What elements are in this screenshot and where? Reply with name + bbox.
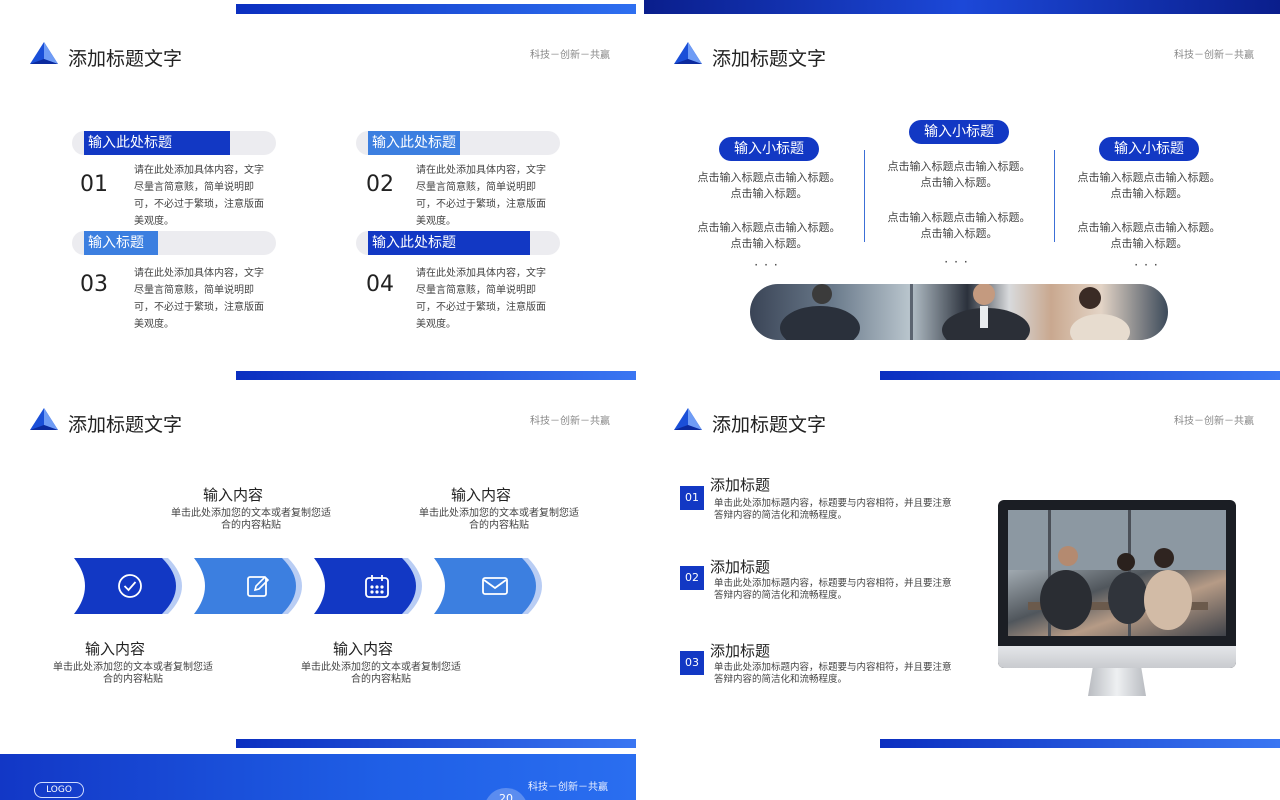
bottom-accent-bar bbox=[236, 739, 636, 748]
heading-3: 输入标题 bbox=[84, 231, 158, 255]
item-number-4: 04 bbox=[366, 272, 394, 297]
heading-pill-2: 输入此处标题 bbox=[356, 131, 560, 155]
item-number-3: 03 bbox=[80, 272, 108, 297]
slide-4[interactable]: 添加标题文字 科技－创新－共赢 01 添加标题 单击此处添加标题内容，标题要与内… bbox=[644, 388, 1280, 748]
triangle-logo-icon bbox=[674, 408, 702, 430]
item-number-box-2: 02 bbox=[680, 566, 704, 590]
slide-title: 添加标题文字 bbox=[68, 414, 183, 436]
column-3-text-2: 点击输入标题点击输入标题。点击输入标题。 bbox=[1077, 221, 1221, 250]
tagline: 科技－创新－共赢 bbox=[1174, 50, 1254, 61]
column-2-text-2: 点击输入标题点击输入标题。点击输入标题。 bbox=[887, 211, 1031, 240]
divider-2 bbox=[1054, 150, 1055, 242]
slide-5[interactable]: LOGO 科技－创新－共赢 20 bbox=[0, 754, 636, 800]
caption-text-2: 单击此处添加您的文本或者复制您适合的内容粘贴 bbox=[419, 508, 579, 531]
logo-placeholder: LOGO bbox=[34, 782, 84, 798]
tagline: 科技－创新－共赢 bbox=[530, 50, 610, 61]
column-1-text-2: 点击输入标题点击输入标题。点击输入标题。 bbox=[697, 221, 841, 250]
item-title-3: 添加标题 bbox=[710, 642, 771, 660]
slide-3[interactable]: 添加标题文字 科技－创新－共赢 输入内容 单击此处添加您的文本或者复制您适合的内… bbox=[0, 388, 636, 748]
item-title-2: 添加标题 bbox=[710, 558, 771, 576]
item-number-2: 02 bbox=[366, 172, 394, 197]
item-text-2: 请在此处添加具体内容，文字尽量言简意赅，简单说明即可，不必过于繁琐，注意版面美观… bbox=[416, 165, 546, 227]
edit-icon bbox=[247, 575, 270, 597]
column-1-text-1: 点击输入标题点击输入标题。点击输入标题。 bbox=[697, 171, 841, 200]
heading-pill-1: 输入此处标题 bbox=[72, 131, 276, 155]
slide-title: 添加标题文字 bbox=[712, 414, 827, 436]
column-3-dots: ··· bbox=[1134, 258, 1164, 272]
top-banner bbox=[644, 0, 1280, 14]
heading-pill-4: 输入此处标题 bbox=[356, 231, 560, 255]
tagline: 科技－创新－共赢 bbox=[1174, 416, 1254, 427]
subtitle-badge-3: 输入小标题 bbox=[1099, 137, 1199, 161]
item-title-1: 添加标题 bbox=[710, 476, 771, 494]
heading-pill-3: 输入标题 bbox=[72, 231, 276, 255]
caption-text-1: 单击此处添加您的文本或者复制您适合的内容粘贴 bbox=[171, 508, 331, 531]
item-text-1: 单击此处添加标题内容，标题要与内容相符，并且要注意答辩内容的简洁化和流畅程度。 bbox=[714, 498, 952, 521]
monitor-stand bbox=[1088, 668, 1146, 696]
item-text-4: 请在此处添加具体内容，文字尽量言简意赅，简单说明即可，不必过于繁琐，注意版面美观… bbox=[416, 268, 546, 330]
monitor-image bbox=[998, 500, 1236, 668]
slide-title: 添加标题文字 bbox=[712, 48, 827, 70]
heading-2: 输入此处标题 bbox=[368, 131, 460, 155]
column-2-dots: ··· bbox=[944, 255, 974, 269]
caption-title-2: 输入内容 bbox=[450, 486, 511, 504]
column-2-text-1: 点击输入标题点击输入标题。点击输入标题。 bbox=[887, 160, 1031, 189]
page-number: 20 bbox=[484, 788, 528, 800]
mail-icon bbox=[482, 577, 508, 595]
bottom-accent-bar bbox=[880, 371, 1280, 380]
slide-1[interactable]: 添加标题文字 科技－创新－共赢 输入此处标题 01 请在此处添加具体内容，文字尽… bbox=[0, 0, 636, 380]
check-circle-icon bbox=[118, 574, 142, 598]
item-number-box-3: 03 bbox=[680, 651, 704, 675]
triangle-logo-icon bbox=[30, 408, 58, 430]
caption-text-3: 单击此处添加您的文本或者复制您适合的内容粘贴 bbox=[53, 662, 213, 685]
column-1-dots: ··· bbox=[754, 258, 784, 272]
item-text-3: 单击此处添加标题内容，标题要与内容相符，并且要注意答辩内容的简洁化和流畅程度。 bbox=[714, 662, 952, 685]
heading-1: 输入此处标题 bbox=[84, 131, 230, 155]
bottom-accent-bar bbox=[880, 739, 1280, 748]
item-number-1: 01 bbox=[80, 172, 108, 197]
caption-title-4: 输入内容 bbox=[332, 640, 393, 658]
item-text-1: 请在此处添加具体内容，文字尽量言简意赅，简单说明即可，不必过于繁琐，注意版面美观… bbox=[134, 165, 264, 227]
divider-1 bbox=[864, 150, 865, 242]
bottom-accent-bar bbox=[236, 371, 636, 380]
slide-title: 添加标题文字 bbox=[68, 48, 183, 70]
subtitle-badge-2: 输入小标题 bbox=[909, 120, 1009, 144]
caption-title-3: 输入内容 bbox=[84, 640, 145, 658]
triangle-logo-icon bbox=[674, 42, 702, 64]
meeting-photo bbox=[1008, 510, 1226, 636]
item-text-3: 请在此处添加具体内容，文字尽量言简意赅，简单说明即可，不必过于繁琐，注意版面美观… bbox=[134, 268, 264, 330]
business-meeting-photo bbox=[750, 284, 1168, 340]
heading-4: 输入此处标题 bbox=[368, 231, 530, 255]
tagline: 科技－创新－共赢 bbox=[528, 782, 608, 793]
slide-2[interactable]: 添加标题文字 科技－创新－共赢 输入小标题 点击输入标题点击输入标题。点击输入标… bbox=[644, 0, 1280, 380]
tagline: 科技－创新－共赢 bbox=[530, 416, 610, 427]
subtitle-badge-1: 输入小标题 bbox=[719, 137, 819, 161]
caption-title-1: 输入内容 bbox=[202, 486, 263, 504]
item-text-2: 单击此处添加标题内容，标题要与内容相符，并且要注意答辩内容的简洁化和流畅程度。 bbox=[714, 578, 952, 601]
top-accent-bar bbox=[236, 4, 636, 14]
calendar-icon bbox=[365, 575, 389, 598]
triangle-logo-icon bbox=[30, 42, 58, 64]
column-3-text-1: 点击输入标题点击输入标题。点击输入标题。 bbox=[1077, 171, 1221, 200]
caption-text-4: 单击此处添加您的文本或者复制您适合的内容粘贴 bbox=[301, 662, 461, 685]
item-number-box-1: 01 bbox=[680, 486, 704, 510]
monitor-chin bbox=[998, 646, 1236, 668]
